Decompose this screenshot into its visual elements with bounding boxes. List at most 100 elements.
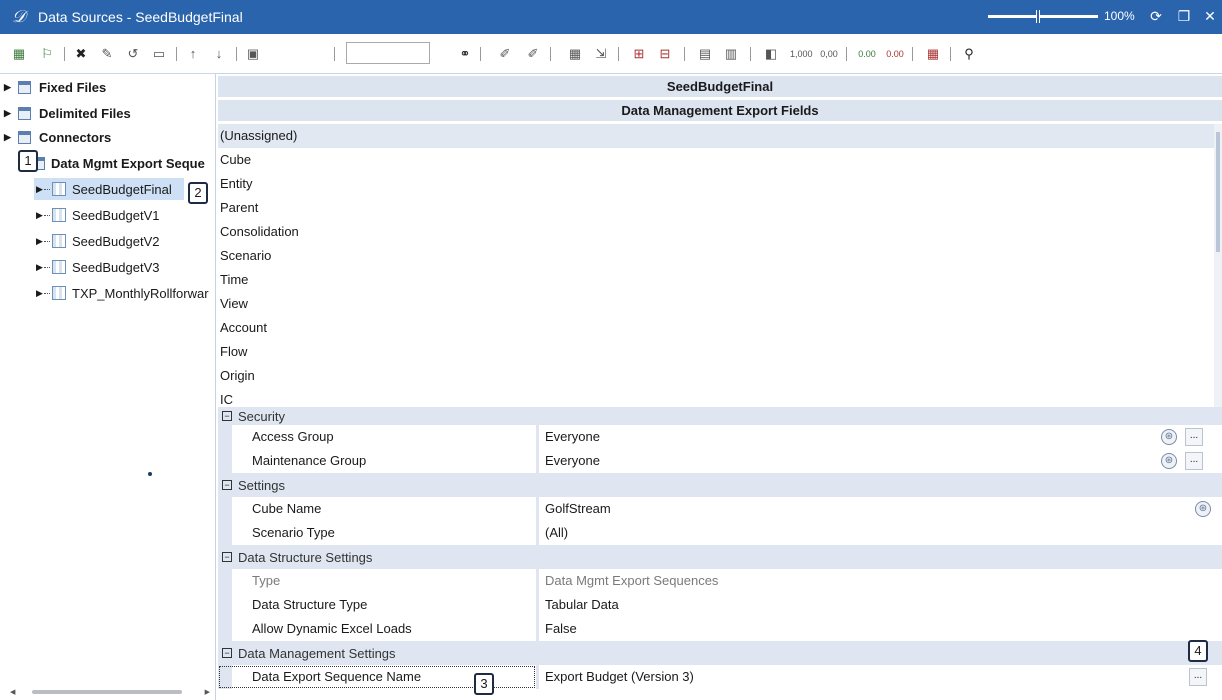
refresh-icon[interactable]: ⟳ bbox=[1146, 6, 1166, 26]
ellipsis-button[interactable]: ... bbox=[1185, 428, 1203, 446]
number-format-icon[interactable]: 1,000 bbox=[790, 45, 813, 63]
fields-vertical-scrollbar[interactable] bbox=[1214, 124, 1222, 408]
tree-item-txp-monthlyrollforward[interactable]: ▶ TXP_MonthlyRollforwar bbox=[36, 282, 214, 304]
table-settings-icon[interactable]: ▥ bbox=[722, 45, 740, 63]
scrollbar-thumb[interactable] bbox=[1216, 132, 1220, 252]
prop-data-export-sequence-name: Data Export Sequence Name Export Budget … bbox=[218, 665, 1222, 689]
zoom-slider[interactable] bbox=[988, 15, 1098, 18]
merge-icon[interactable]: ⊟ bbox=[656, 45, 674, 63]
move-down-icon[interactable]: ↓ bbox=[210, 45, 228, 63]
field-item[interactable]: View bbox=[218, 292, 1214, 316]
scrollbar-thumb[interactable] bbox=[32, 690, 182, 694]
field-item[interactable]: Parent bbox=[218, 196, 1214, 220]
tree-item-seedbudgetfinal[interactable]: ▶ SeedBudgetFinal bbox=[34, 178, 184, 200]
expand-arrow-icon[interactable]: ▶ bbox=[36, 210, 44, 221]
move-up-icon[interactable]: ↑ bbox=[184, 45, 202, 63]
add-group-icon[interactable]: ▦ bbox=[10, 45, 28, 63]
expand-arrow-icon[interactable]: ▶ bbox=[36, 184, 44, 195]
group-data-structure[interactable]: − Data Structure Settings bbox=[218, 545, 1222, 569]
prop-value: GolfStream bbox=[545, 501, 611, 516]
sequence-icon bbox=[52, 286, 66, 300]
add-item-icon[interactable]: ⚐ bbox=[38, 45, 56, 63]
tree-group-connectors[interactable]: ▶ Connectors bbox=[4, 126, 111, 148]
expand-arrow-icon[interactable]: ▶ bbox=[36, 288, 44, 299]
split-icon[interactable]: ⊞ bbox=[630, 45, 648, 63]
field-item[interactable]: Entity bbox=[218, 172, 1214, 196]
sequence-icon bbox=[52, 234, 66, 248]
delete-icon[interactable]: ✖ bbox=[72, 45, 90, 63]
save-icon[interactable]: ▭ bbox=[150, 45, 168, 63]
tree-item-seedbudgetv3[interactable]: ▶ SeedBudgetV3 bbox=[36, 256, 159, 278]
collapse-icon[interactable]: − bbox=[222, 411, 232, 421]
tree-group-fixed-files[interactable]: ▶ Fixed Files bbox=[4, 76, 106, 98]
tree-horizontal-scrollbar[interactable]: ◀ ▶ bbox=[10, 688, 210, 696]
ellipsis-button[interactable]: ... bbox=[1185, 452, 1203, 470]
field-item[interactable]: Cube bbox=[218, 148, 1214, 172]
report-icon[interactable]: ▦ bbox=[924, 45, 942, 63]
pencil-icon[interactable]: ✐ bbox=[496, 45, 514, 63]
prop-value-cell[interactable]: Tabular Data bbox=[536, 593, 1222, 617]
grid-icon[interactable]: ▦ bbox=[566, 45, 584, 63]
field-item[interactable]: IC bbox=[218, 388, 1214, 408]
prop-value-cell[interactable]: GolfStream ⊛ bbox=[536, 497, 1222, 521]
prop-value: False bbox=[545, 621, 577, 636]
field-item[interactable]: (Unassigned) bbox=[218, 124, 1214, 148]
lookup-icon[interactable]: ⊛ bbox=[1195, 501, 1211, 517]
field-item[interactable]: Time bbox=[218, 268, 1214, 292]
field-item[interactable]: Origin bbox=[218, 364, 1214, 388]
collapse-icon[interactable]: − bbox=[222, 480, 232, 490]
calendar-icon[interactable]: ▤ bbox=[696, 45, 714, 63]
expand-arrow-icon[interactable]: ▶ bbox=[36, 262, 44, 273]
prop-value-cell[interactable]: Everyone ⊛ ... bbox=[536, 425, 1222, 449]
group-settings[interactable]: − Settings bbox=[218, 473, 1222, 497]
binoculars-icon[interactable]: ⚭ bbox=[456, 45, 474, 63]
toolbar-text-input[interactable] bbox=[346, 42, 430, 64]
tree-item-seedbudgetv2[interactable]: ▶ SeedBudgetV2 bbox=[36, 230, 159, 252]
tree-group-label: Connectors bbox=[39, 129, 112, 145]
collapse-icon[interactable]: − bbox=[222, 648, 232, 658]
image-icon[interactable]: ▣ bbox=[244, 45, 262, 63]
eraser-icon[interactable]: ✐ bbox=[524, 45, 542, 63]
toolbar-separator bbox=[480, 47, 481, 61]
export-icon[interactable]: ⇲ bbox=[592, 45, 610, 63]
close-icon[interactable]: ✕ bbox=[1200, 6, 1220, 26]
prop-value-cell[interactable]: (All) bbox=[536, 521, 1222, 545]
restore-window-icon[interactable]: ❐ bbox=[1174, 6, 1194, 26]
search-icon[interactable]: ⚲ bbox=[960, 45, 978, 63]
prop-value-cell[interactable]: Export Budget (Version 3) ... bbox=[536, 665, 1222, 689]
window-title: Data Sources - SeedBudgetFinal bbox=[38, 9, 243, 25]
tree-group-label: Delimited Files bbox=[39, 105, 131, 121]
toggle-icon[interactable]: ◧ bbox=[762, 45, 780, 63]
group-data-management[interactable]: − Data Management Settings bbox=[218, 641, 1222, 665]
increase-decimal-icon[interactable]: 0.00 bbox=[858, 45, 876, 63]
decrease-decimal-icon[interactable]: 0.00 bbox=[886, 45, 904, 63]
tree-item-label: SeedBudgetFinal bbox=[72, 181, 172, 197]
decimal-icon[interactable]: 0,00 bbox=[820, 45, 838, 63]
field-item[interactable]: Flow bbox=[218, 340, 1214, 364]
tree-group-data-mgmt-export[interactable]: Data Mgmt Export Seque bbox=[32, 152, 205, 174]
collapse-icon[interactable]: − bbox=[222, 552, 232, 562]
toolbar-separator bbox=[176, 47, 177, 61]
scroll-left-icon[interactable]: ◀ bbox=[10, 688, 15, 696]
expand-arrow-icon[interactable]: ▶ bbox=[4, 82, 18, 93]
zoom-slider-thumb[interactable] bbox=[1036, 10, 1040, 23]
scroll-right-icon[interactable]: ▶ bbox=[205, 688, 210, 696]
prop-value-cell[interactable]: Everyone ⊛ ... bbox=[536, 449, 1222, 473]
lookup-icon[interactable]: ⊛ bbox=[1161, 429, 1177, 445]
group-security[interactable]: − Security bbox=[218, 407, 1222, 425]
callout-1: 1 bbox=[18, 150, 38, 172]
prop-value-cell[interactable]: False bbox=[536, 617, 1222, 641]
field-item[interactable]: Consolidation bbox=[218, 220, 1214, 244]
rename-icon[interactable]: ✎ bbox=[98, 45, 116, 63]
field-item[interactable]: Account bbox=[218, 316, 1214, 340]
lookup-icon[interactable]: ⊛ bbox=[1161, 453, 1177, 469]
tree-item-seedbudgetv1[interactable]: ▶ SeedBudgetV1 bbox=[36, 204, 159, 226]
ellipsis-button[interactable]: ... bbox=[1189, 668, 1207, 686]
tree-item-label: SeedBudgetV1 bbox=[72, 207, 160, 223]
expand-arrow-icon[interactable]: ▶ bbox=[4, 108, 18, 119]
tree-group-delimited-files[interactable]: ▶ Delimited Files bbox=[4, 102, 131, 124]
expand-arrow-icon[interactable]: ▶ bbox=[4, 132, 18, 143]
expand-arrow-icon[interactable]: ▶ bbox=[36, 236, 44, 247]
field-item[interactable]: Scenario bbox=[218, 244, 1214, 268]
revert-icon[interactable]: ↺ bbox=[124, 45, 142, 63]
